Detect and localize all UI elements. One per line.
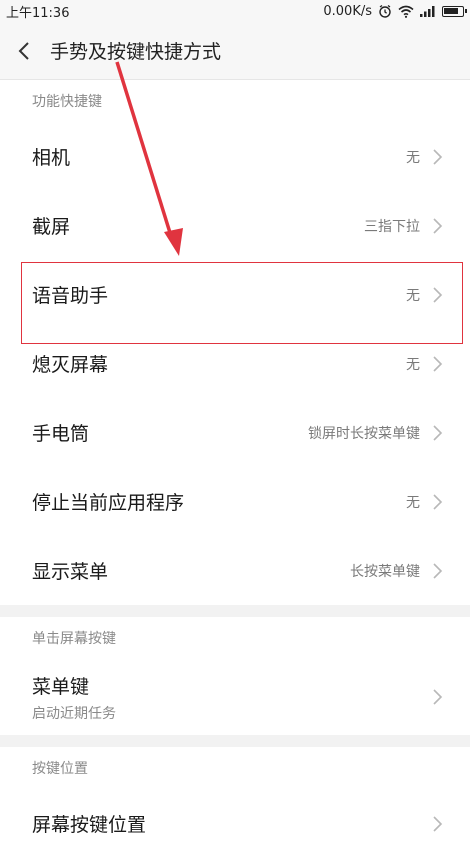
setting-label: 相机 [32,147,71,169]
app-header: 手势及按键快捷方式 [0,22,470,80]
setting-label: 熄灭屏幕 [32,354,109,376]
battery-icon [442,5,467,17]
setting-label: 语音助手 [32,285,109,307]
setting-row-show-menu[interactable]: 显示菜单 长按菜单键 [0,536,470,605]
setting-value: 无 [406,287,420,304]
setting-subtitle: 启动近期任务 [32,705,116,722]
network-speed: 0.00K/s [323,3,372,19]
chevron-right-icon [433,815,443,832]
setting-row-flashlight[interactable]: 手电筒 锁屏时长按菜单键 [0,398,470,467]
setting-value: 锁屏时长按菜单键 [308,425,420,442]
setting-label: 停止当前应用程序 [32,492,185,514]
chevron-right-icon [433,355,443,372]
page-title: 手势及按键快捷方式 [50,41,222,63]
section-header-tap-screen-button: 单击屏幕按键 [0,617,470,659]
section-header-function-shortcuts: 功能快捷键 [0,80,470,122]
chevron-right-icon [433,689,443,705]
setting-label: 手电筒 [32,423,90,445]
setting-value: 无 [406,149,420,166]
status-bar: 上午11:36 0.00K/s [0,0,470,22]
setting-row-screen-button-position[interactable]: 屏幕按键位置 [0,789,470,858]
section-divider [0,605,470,617]
setting-value: 无 [406,494,420,511]
signal-icon [420,6,435,17]
back-arrow-icon [18,41,29,60]
chevron-right-icon [433,493,443,510]
setting-value: 长按菜单键 [350,563,420,580]
section-divider [0,735,470,747]
setting-label: 显示菜单 [32,561,109,583]
setting-row-screen-off[interactable]: 熄灭屏幕 无 [0,329,470,398]
chevron-right-icon [433,286,443,303]
settings-list: 功能快捷键 相机 无 截屏 三指下拉 语音助手 无 熄灭屏幕 无 手电筒 锁屏时… [0,80,470,858]
setting-label: 截屏 [32,216,71,238]
setting-row-stop-app[interactable]: 停止当前应用程序 无 [0,467,470,536]
setting-label: 菜单键 [32,675,90,698]
setting-label: 屏幕按键位置 [32,814,147,836]
status-icons: 0.00K/s [323,3,467,19]
setting-value: 无 [406,356,420,373]
status-time: 上午11:36 [6,5,70,21]
chevron-right-icon [433,148,443,165]
setting-row-voice-assistant[interactable]: 语音助手 无 [0,260,470,329]
setting-row-screenshot[interactable]: 截屏 三指下拉 [0,191,470,260]
setting-row-camera[interactable]: 相机 无 [0,122,470,191]
setting-value: 三指下拉 [364,218,420,235]
chevron-right-icon [433,424,443,441]
alarm-icon [379,4,391,18]
chevron-right-icon [433,562,443,579]
chevron-right-icon [433,217,443,234]
setting-row-menu-key[interactable]: 菜单键 启动近期任务 [0,659,470,735]
wifi-icon [398,5,414,18]
back-button[interactable] [0,22,48,80]
section-header-button-position: 按键位置 [0,747,470,789]
